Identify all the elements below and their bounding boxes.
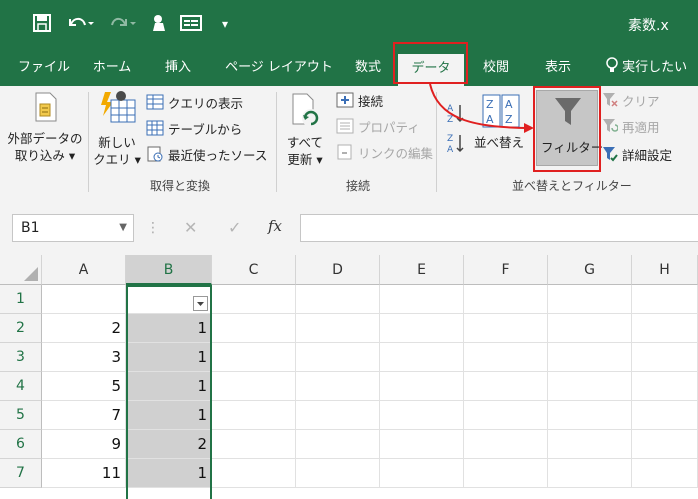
cell[interactable] (464, 285, 548, 314)
column-header-f[interactable]: F (464, 255, 548, 285)
enter-icon[interactable]: ✓ (228, 218, 241, 237)
cell[interactable] (296, 430, 380, 459)
cell[interactable] (296, 343, 380, 372)
cell[interactable] (380, 372, 464, 401)
cell[interactable] (548, 430, 632, 459)
cell[interactable] (380, 459, 464, 488)
row-header[interactable]: 1 (0, 285, 42, 314)
spreadsheet-grid: A B C D E F G H 1 2 2 1 3 3 1 4 5 1 5 7 1 6 9 2 7 11 1 (0, 255, 698, 499)
cell[interactable] (212, 343, 296, 372)
row-header[interactable]: 4 (0, 372, 42, 401)
column-header-c[interactable]: C (212, 255, 296, 285)
cell[interactable] (464, 459, 548, 488)
cell[interactable] (464, 401, 548, 430)
row-header[interactable]: 5 (0, 401, 42, 430)
cell[interactable] (632, 314, 698, 343)
cell[interactable] (632, 401, 698, 430)
cell[interactable] (464, 314, 548, 343)
cell[interactable] (548, 372, 632, 401)
cell[interactable] (296, 285, 380, 314)
row-header[interactable]: 7 (0, 459, 42, 488)
row-header[interactable]: 6 (0, 430, 42, 459)
cell[interactable] (296, 459, 380, 488)
column-header-g[interactable]: G (548, 255, 632, 285)
cell[interactable] (464, 343, 548, 372)
cell[interactable] (548, 459, 632, 488)
formula-bar: B1 ▼ ⋮ ✕ ✓ fx (0, 200, 698, 255)
row-header[interactable]: 2 (0, 314, 42, 343)
cell[interactable] (296, 314, 380, 343)
insert-function-icon[interactable]: fx (268, 217, 282, 235)
cell-a[interactable]: 7 (42, 401, 126, 430)
cell-a[interactable]: 9 (42, 430, 126, 459)
cell[interactable] (632, 343, 698, 372)
cell[interactable] (380, 430, 464, 459)
cell[interactable] (212, 459, 296, 488)
cell[interactable] (212, 401, 296, 430)
cell[interactable] (296, 401, 380, 430)
column-header-h[interactable]: H (632, 255, 698, 285)
cell[interactable] (548, 401, 632, 430)
column-header-a[interactable]: A (42, 255, 126, 285)
cell[interactable] (212, 430, 296, 459)
cell[interactable] (380, 314, 464, 343)
filter-dropdown-button[interactable] (193, 296, 208, 311)
cell[interactable] (548, 343, 632, 372)
cell[interactable] (632, 372, 698, 401)
cell[interactable] (296, 372, 380, 401)
cell-a[interactable]: 11 (42, 459, 126, 488)
cell-a[interactable] (42, 285, 126, 314)
chevron-down-icon[interactable]: ▼ (119, 215, 127, 241)
cell[interactable] (212, 314, 296, 343)
chevron-down-icon (197, 302, 204, 306)
cell-a[interactable]: 5 (42, 372, 126, 401)
cell[interactable] (212, 285, 296, 314)
more-icon: ⋮ (146, 220, 160, 236)
cell[interactable] (548, 314, 632, 343)
cell[interactable] (380, 401, 464, 430)
column-header-e[interactable]: E (380, 255, 464, 285)
cell[interactable] (632, 285, 698, 314)
cell[interactable] (212, 372, 296, 401)
cell[interactable] (380, 343, 464, 372)
cell-a[interactable]: 3 (42, 343, 126, 372)
column-header-d[interactable]: D (296, 255, 380, 285)
name-box[interactable]: B1 ▼ (12, 214, 134, 242)
cell[interactable] (380, 285, 464, 314)
column-b-selection (126, 285, 212, 499)
row-header[interactable]: 3 (0, 343, 42, 372)
formula-input[interactable] (300, 214, 698, 242)
column-header-b[interactable]: B (126, 255, 212, 285)
cell[interactable] (464, 430, 548, 459)
cell[interactable] (464, 372, 548, 401)
cell-a[interactable]: 2 (42, 314, 126, 343)
name-box-value: B1 (21, 220, 40, 236)
callout-arrow (429, 83, 534, 133)
cell[interactable] (632, 430, 698, 459)
select-all-corner[interactable] (0, 255, 42, 285)
cell[interactable] (632, 459, 698, 488)
cell[interactable] (548, 285, 632, 314)
cancel-icon[interactable]: ✕ (184, 218, 197, 237)
